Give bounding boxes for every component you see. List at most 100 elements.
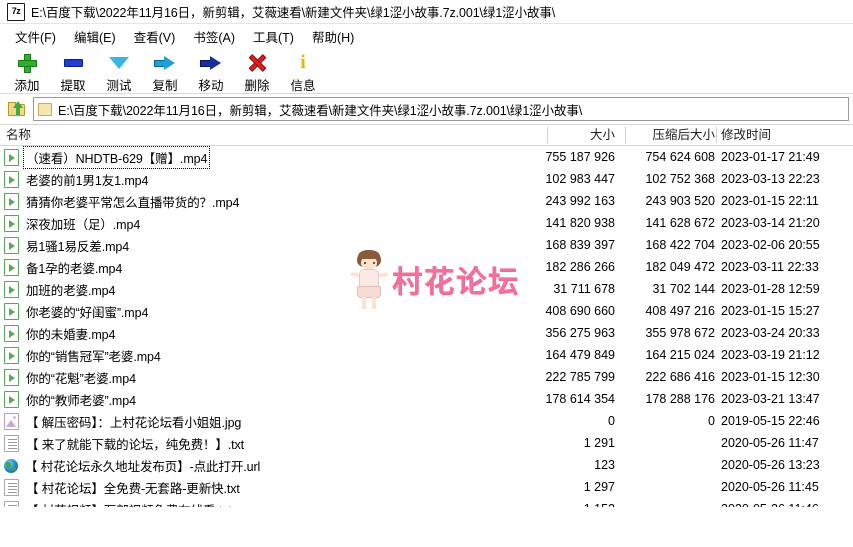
txt-file-icon xyxy=(4,478,19,496)
file-packed-size-cell: 31 702 144 xyxy=(652,282,715,296)
file-name-cell[interactable]: 你老婆的“好闺蜜”.mp4 xyxy=(4,300,150,322)
file-size-cell: 168 839 397 xyxy=(545,238,615,252)
mp4-file-icon xyxy=(4,236,19,254)
column-header-row: 名称 大小 压缩后大小 修改时间 xyxy=(0,124,853,146)
file-name-label: 【 村花视频】万部视频免费在线看.txt xyxy=(24,499,234,508)
toolbar-button-复制[interactable]: 复制 xyxy=(142,50,188,94)
file-size-cell: 243 992 163 xyxy=(545,194,615,208)
file-name-cell[interactable]: 【 村花论坛永久地址发布页】-点此打开.url xyxy=(4,454,262,476)
file-row[interactable]: 你的“销售冠军”老婆.mp4 164 479 849 164 215 024 2023… xyxy=(0,344,853,366)
file-name-label: 【 来了就能下载的论坛，纯免费！】.txt xyxy=(26,437,245,452)
file-name-label: 备1孕的老婆.mp4 xyxy=(26,261,123,276)
file-name-label: 深夜加班（足）.mp4 xyxy=(26,217,141,232)
column-divider-1[interactable] xyxy=(625,127,626,143)
file-size-cell: 182 286 266 xyxy=(545,260,615,274)
file-size-cell: 1 291 xyxy=(583,436,615,450)
toolbar-button-label: 信息 xyxy=(290,79,316,93)
toolbar-button-添加[interactable]: 添加 xyxy=(4,50,50,94)
file-row[interactable]: （速看）NHDTB-629【赠】.mp4 755 187 926 754 624 6… xyxy=(0,146,853,169)
file-list[interactable]: （速看）NHDTB-629【赠】.mp4 755 187 926 754 624 6… xyxy=(0,146,853,507)
column-divider-2[interactable] xyxy=(716,127,717,143)
mp4-file-icon xyxy=(4,368,19,386)
file-name-cell[interactable]: 【 来了就能下载的论坛，纯免费！】.txt xyxy=(4,432,246,454)
cross-icon xyxy=(245,52,269,74)
mp4-file-icon xyxy=(4,258,19,276)
file-row[interactable]: 你老婆的“好闺蜜”.mp4 408 690 660 408 497 216 2023-… xyxy=(0,300,853,322)
file-date-cell: 2020-05-26 13:23 xyxy=(721,458,820,472)
file-row[interactable]: 加班的老婆.mp4 31 711 678 31 702 144 2023-01-28 … xyxy=(0,278,853,300)
file-row[interactable]: 备1孕的老婆.mp4 182 286 266 182 049 472 2023-03-… xyxy=(0,256,853,278)
file-name-cell[interactable]: 猜猜你老婆平常怎么直播带货的？.mp4 xyxy=(4,190,241,212)
file-date-cell: 2023-03-11 22:33 xyxy=(721,260,819,274)
file-size-cell: 222 785 799 xyxy=(545,370,615,384)
file-date-cell: 2023-03-19 21:12 xyxy=(721,348,820,362)
file-row[interactable]: 【 村花视频】万部视频免费在线看.txt 1 152 2020-05-26 11:4… xyxy=(0,498,853,507)
file-row[interactable]: 【 村花论坛】全免费-无套路-更新快.txt 1 297 2020-05-26 11… xyxy=(0,476,853,498)
file-name-label: 【 村花论坛永久地址发布页】-点此打开.url xyxy=(25,459,261,474)
file-size-cell: 0 xyxy=(608,414,615,428)
toolbar-button-信息[interactable]: i 信息 xyxy=(280,50,326,94)
file-row[interactable]: 【 村花论坛永久地址发布页】-点此打开.url 123 2020-05-26 13:… xyxy=(0,454,853,476)
column-header-name[interactable]: 名称 xyxy=(6,125,31,145)
menu-item-3[interactable]: 书签(A) xyxy=(184,25,244,48)
menu-item-4[interactable]: 工具(T) xyxy=(244,25,303,48)
file-row[interactable]: 易1骚1易反差.mp4 168 839 397 168 422 704 2023-02… xyxy=(0,234,853,256)
file-date-cell: 2019-05-15 22:46 xyxy=(721,414,820,428)
file-row[interactable]: 老婆的前1男1友1.mp4 102 983 447 102 752 368 2023-… xyxy=(0,168,853,190)
menu-item-1[interactable]: 编辑(E) xyxy=(65,25,125,48)
file-name-cell[interactable]: 你的“销售冠军”老婆.mp4 xyxy=(4,344,163,366)
arrow-right-dark-icon xyxy=(199,52,223,74)
file-packed-size-cell: 222 686 416 xyxy=(645,370,715,384)
column-header-packed[interactable]: 压缩后大小 xyxy=(652,125,715,145)
menu-item-0[interactable]: 文件(F) xyxy=(6,25,65,48)
column-header-size[interactable]: 大小 xyxy=(590,125,615,145)
menu-item-2[interactable]: 查看(V) xyxy=(125,25,185,48)
file-row[interactable]: 【 来了就能下载的论坛，纯免费！】.txt 1 291 2020-05-26 11:… xyxy=(0,432,853,454)
up-one-level-button[interactable] xyxy=(4,97,30,121)
column-divider-0[interactable] xyxy=(547,127,548,143)
file-row[interactable]: 深夜加班（足）.mp4 141 820 938 141 628 672 2023-03… xyxy=(0,212,853,234)
toolbar-button-提取[interactable]: 提取 xyxy=(50,50,96,94)
toolbar-button-label: 移动 xyxy=(198,79,224,93)
mp4-file-icon xyxy=(4,192,19,210)
file-row[interactable]: 【 解压密码】：上村花论坛看小姐姐.jpg 0 0 2019-05-15 22:46 xyxy=(0,410,853,432)
menu-bar: 文件(F) 编辑(E) 查看(V) 书签(A) 工具(T) 帮助(H) xyxy=(0,24,853,48)
file-name-label: 你的未婚妻.mp4 xyxy=(26,327,116,342)
file-row[interactable]: 你的未婚妻.mp4 356 275 963 355 978 672 2023-03-2… xyxy=(0,322,853,344)
column-header-date[interactable]: 修改时间 xyxy=(721,125,771,145)
file-row[interactable]: 猜猜你老婆平常怎么直播带货的？.mp4 243 992 163 243 903 52… xyxy=(0,190,853,212)
path-combobox[interactable]: E:\百度下载\2022年11月16日，新剪辑，艾薇速看\新建文件夹\绿1涩小故… xyxy=(33,97,849,121)
file-name-label: 你的“教师老婆”.mp4 xyxy=(26,393,136,408)
file-name-cell[interactable]: 你的“花魁”老婆.mp4 xyxy=(4,366,138,388)
arrow-right-light-icon xyxy=(153,52,177,74)
file-date-cell: 2020-05-26 11:46 xyxy=(721,498,819,507)
menu-item-5[interactable]: 帮助(H) xyxy=(303,25,363,48)
file-size-cell: 1 152 xyxy=(584,498,615,507)
plus-icon xyxy=(15,52,39,74)
file-name-cell[interactable]: 你的“教师老婆”.mp4 xyxy=(4,388,138,410)
toolbar-button-移动[interactable]: 移动 xyxy=(188,50,234,94)
file-name-label: 【 解压密码】：上村花论坛看小姐姐.jpg xyxy=(26,415,242,430)
file-size-cell: 1 297 xyxy=(583,480,615,494)
file-name-cell[interactable]: 【 村花视频】万部视频免费在线看.txt xyxy=(4,498,234,507)
toolbar-button-删除[interactable]: 删除 xyxy=(234,50,280,94)
file-size-cell: 31 711 678 xyxy=(553,282,615,296)
file-name-cell[interactable]: 深夜加班（足）.mp4 xyxy=(4,212,142,234)
file-row[interactable]: 你的“花魁”老婆.mp4 222 785 799 222 686 416 2023-0… xyxy=(0,366,853,388)
toolbar-button-测试[interactable]: 测试 xyxy=(96,50,142,94)
mp4-file-icon xyxy=(4,324,19,342)
file-size-cell: 408 690 660 xyxy=(545,304,615,318)
file-name-cell[interactable]: 你的未婚妻.mp4 xyxy=(4,322,117,344)
file-name-cell[interactable]: 【 村花论坛】全免费-无套路-更新快.txt xyxy=(4,476,242,498)
file-date-cell: 2020-05-26 11:45 xyxy=(721,480,819,494)
file-name-cell[interactable]: 备1孕的老婆.mp4 xyxy=(4,256,124,278)
file-row[interactable]: 你的“教师老婆”.mp4 178 614 354 178 288 176 2023-0… xyxy=(0,388,853,410)
file-name-cell[interactable]: 加班的老婆.mp4 xyxy=(4,278,117,300)
file-name-cell[interactable]: 易1骚1易反差.mp4 xyxy=(4,234,131,256)
file-name-cell[interactable]: （速看）NHDTB-629【赠】.mp4 xyxy=(4,146,211,169)
file-packed-size-cell: 0 xyxy=(708,414,715,428)
file-date-cell: 2023-01-15 22:11 xyxy=(721,194,819,208)
file-name-cell[interactable]: 【 解压密码】：上村花论坛看小姐姐.jpg xyxy=(4,410,243,432)
window-title: E:\百度下载\2022年11月16日，新剪辑，艾薇速看\新建文件夹\绿1涩小故… xyxy=(31,6,556,20)
file-name-cell[interactable]: 老婆的前1男1友1.mp4 xyxy=(4,168,150,190)
